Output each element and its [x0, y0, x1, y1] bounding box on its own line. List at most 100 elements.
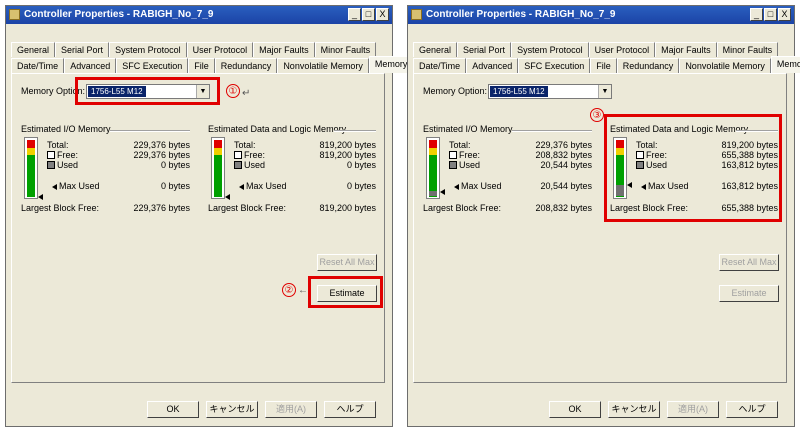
data-used-value: 0 bytes	[346, 160, 376, 170]
tab-minor-faults[interactable]: Minor Faults	[314, 42, 377, 57]
tab-date-time[interactable]: Date/Time	[413, 58, 467, 73]
tab-file[interactable]: File	[188, 58, 215, 73]
data-max-used-value: 0 bytes	[346, 181, 376, 191]
tab-redundancy[interactable]: Redundancy	[214, 58, 278, 73]
tab-date-time[interactable]: Date/Time	[11, 58, 65, 73]
group-divider	[110, 130, 190, 132]
tab-nonvolatile-memory[interactable]: Nonvolatile Memory	[679, 58, 771, 73]
title-bar[interactable]: Controller Properties - RABIGH_No_7_9 _ …	[6, 6, 392, 24]
memory-option-value: 1756-L55 M12	[490, 86, 548, 97]
app-icon	[411, 9, 422, 20]
memory-option-label: Memory Option:	[423, 86, 488, 96]
io-free-label: Free:	[57, 150, 79, 160]
io-memory-gauge	[426, 137, 440, 199]
tab-serial-port[interactable]: Serial Port	[55, 42, 110, 57]
io-max-used-value: 20,544 bytes	[540, 181, 592, 191]
io-largest-block-value: 208,832 bytes	[535, 203, 592, 213]
ok-button[interactable]: OK	[147, 401, 199, 418]
tab-minor-faults[interactable]: Minor Faults	[716, 42, 779, 57]
memory-option-select[interactable]: 1756-L55 M12 ▼	[488, 84, 612, 99]
group-divider	[512, 130, 592, 132]
close-button[interactable]: X	[376, 8, 389, 21]
tab-advanced[interactable]: Advanced	[64, 58, 117, 73]
apply-button[interactable]: 適用(A)	[265, 401, 317, 418]
estimate-button[interactable]: Estimate	[719, 285, 779, 302]
tab-serial-port[interactable]: Serial Port	[457, 42, 512, 57]
io-total-label: Total:	[449, 140, 471, 150]
io-largest-block-label: Largest Block Free:	[21, 203, 100, 213]
memory-tab-panel: Memory Option: 1756-L55 M12 ▼ ① ↵ Estima…	[11, 73, 385, 383]
window-title: Controller Properties - RABIGH_No_7_9	[24, 9, 214, 20]
io-used-label: Used	[57, 160, 79, 170]
tab-memory[interactable]: Memory	[770, 56, 800, 73]
reset-all-max-button[interactable]: Reset All Max	[317, 254, 377, 271]
minimize-button[interactable]: _	[750, 8, 763, 21]
tab-system-protocol[interactable]: System Protocol	[511, 42, 589, 57]
ok-button[interactable]: OK	[549, 401, 601, 418]
help-button[interactable]: ヘルプ	[324, 401, 376, 418]
minimize-button[interactable]: _	[348, 8, 361, 21]
controller-properties-window-left: Controller Properties - RABIGH_No_7_9 _ …	[5, 5, 414, 427]
data-logic-memory-title: Estimated Data and Logic Memory	[208, 124, 347, 134]
data-largest-block-value: 819,200 bytes	[319, 203, 376, 213]
cancel-button[interactable]: キャンセル	[206, 401, 258, 418]
highlight-box-estimate	[308, 276, 383, 308]
tab-user-protocol[interactable]: User Protocol	[588, 42, 656, 57]
io-max-used-marker	[440, 189, 445, 195]
data-free-label: Free:	[244, 150, 266, 160]
tab-major-faults[interactable]: Major Faults	[655, 42, 717, 57]
tab-advanced[interactable]: Advanced	[466, 58, 519, 73]
title-bar[interactable]: Controller Properties - RABIGH_No_7_9 _ …	[408, 6, 794, 24]
data-memory-gauge	[211, 137, 225, 199]
io-used-value: 20,544 bytes	[540, 160, 592, 170]
max-used-icon	[239, 184, 244, 190]
used-swatch-icon	[234, 161, 242, 169]
tab-sfc-execution[interactable]: SFC Execution	[116, 58, 189, 73]
io-max-used-label: Max Used	[461, 181, 502, 191]
data-free-value: 819,200 bytes	[319, 150, 376, 160]
tab-sfc-execution[interactable]: SFC Execution	[518, 58, 591, 73]
io-total-value: 229,376 bytes	[535, 140, 592, 150]
tab-user-protocol[interactable]: User Protocol	[186, 42, 254, 57]
io-largest-block-value: 229,376 bytes	[133, 203, 190, 213]
used-swatch-icon	[47, 161, 55, 169]
io-used-value: 0 bytes	[160, 160, 190, 170]
io-memory-title: Estimated I/O Memory	[423, 124, 513, 134]
reset-all-max-button[interactable]: Reset All Max	[719, 254, 779, 271]
group-divider	[334, 130, 376, 132]
io-largest-block-label: Largest Block Free:	[423, 203, 502, 213]
io-free-label: Free:	[459, 150, 481, 160]
data-max-used-marker	[225, 194, 230, 200]
window-title: Controller Properties - RABIGH_No_7_9	[426, 9, 616, 20]
apply-button[interactable]: 適用(A)	[667, 401, 719, 418]
tab-redundancy[interactable]: Redundancy	[616, 58, 680, 73]
io-max-used-value: 0 bytes	[160, 181, 190, 191]
data-used-label: Used	[244, 160, 266, 170]
close-button[interactable]: X	[778, 8, 791, 21]
tab-file[interactable]: File	[590, 58, 617, 73]
cancel-button[interactable]: キャンセル	[608, 401, 660, 418]
tab-nonvolatile-memory[interactable]: Nonvolatile Memory	[277, 58, 369, 73]
max-used-icon	[454, 184, 459, 190]
data-largest-block-label: Largest Block Free:	[208, 203, 287, 213]
maximize-button[interactable]: □	[764, 8, 777, 21]
io-memory-gauge	[24, 137, 38, 199]
highlight-box-data-logic-memory	[604, 114, 782, 222]
io-free-value: 229,376 bytes	[133, 150, 190, 160]
tab-general[interactable]: General	[413, 42, 458, 57]
tab-system-protocol[interactable]: System Protocol	[109, 42, 187, 57]
free-swatch-icon	[449, 151, 457, 159]
help-button[interactable]: ヘルプ	[726, 401, 778, 418]
tab-general[interactable]: General	[11, 42, 56, 57]
io-max-used-marker	[38, 194, 43, 200]
callout-number-3: ③	[590, 108, 604, 122]
io-free-value: 208,832 bytes	[535, 150, 592, 160]
data-total-value: 819,200 bytes	[319, 140, 376, 150]
io-used-label: Used	[459, 160, 481, 170]
controller-properties-window-right: Controller Properties - RABIGH_No_7_9 _ …	[407, 5, 800, 427]
chevron-down-icon[interactable]: ▼	[598, 85, 611, 98]
data-max-used-label: Max Used	[246, 181, 287, 191]
free-swatch-icon	[47, 151, 55, 159]
tab-major-faults[interactable]: Major Faults	[253, 42, 315, 57]
maximize-button[interactable]: □	[362, 8, 375, 21]
